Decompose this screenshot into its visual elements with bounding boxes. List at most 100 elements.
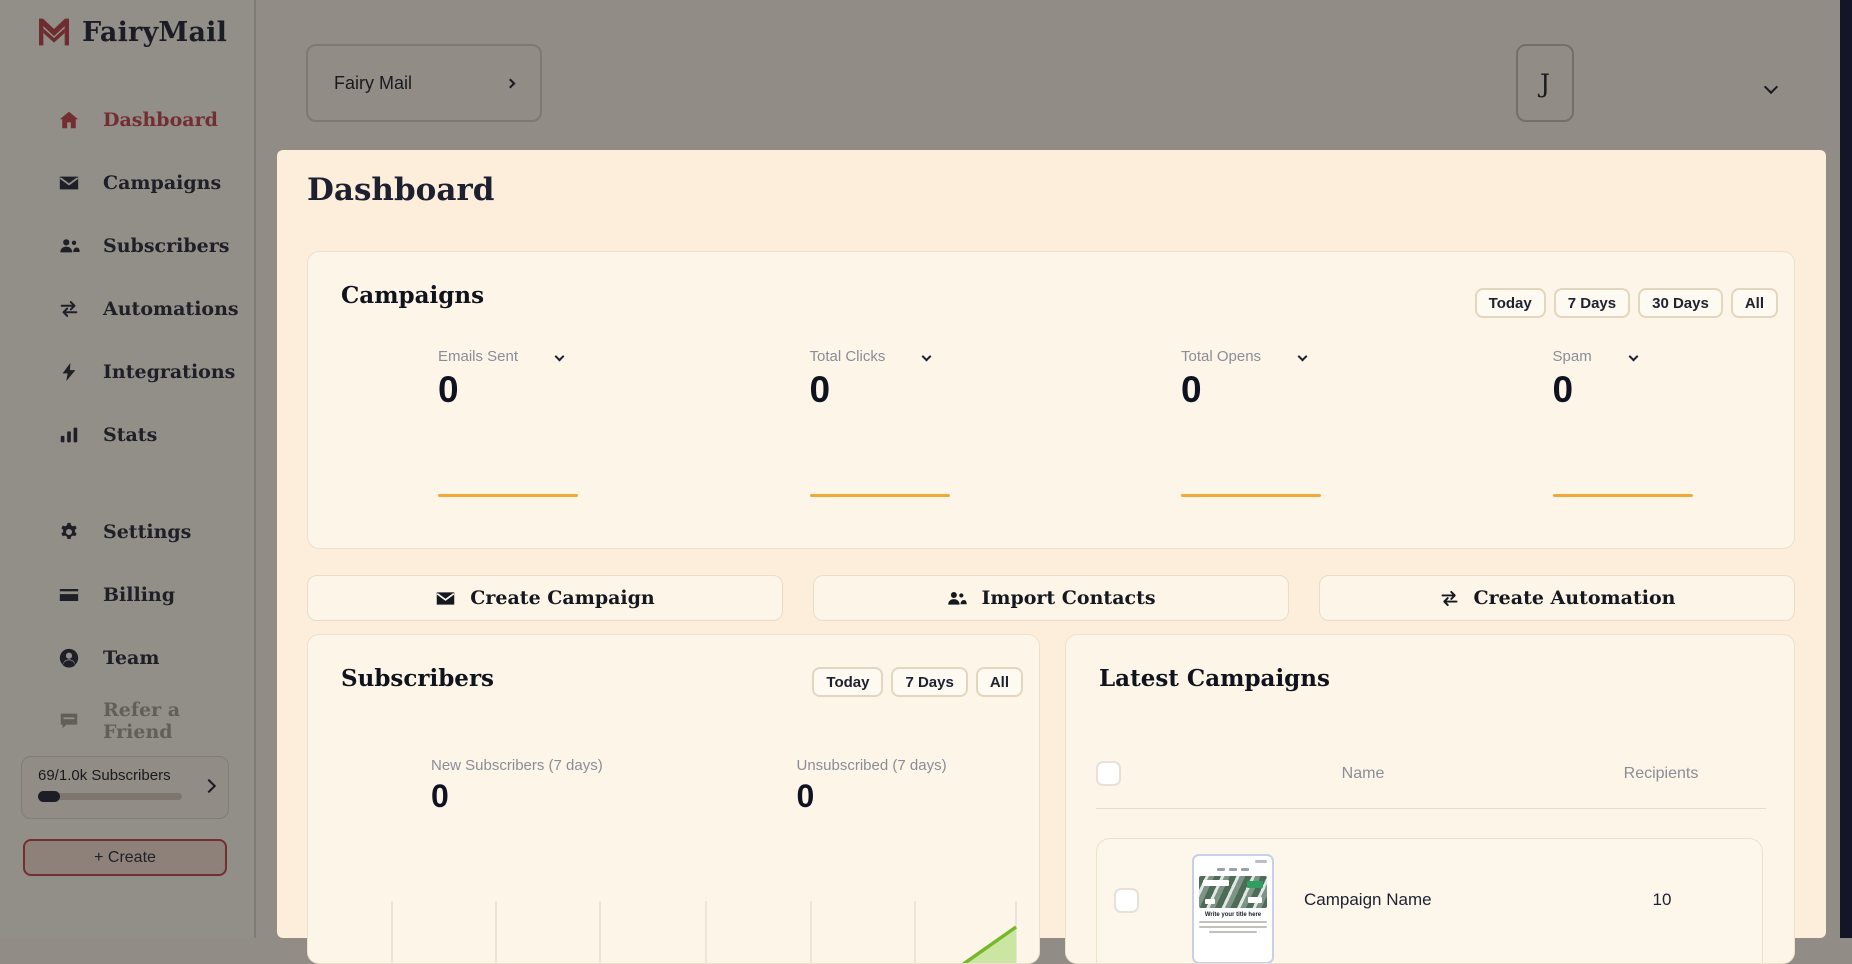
campaigns-table-header: Name Recipients (1096, 761, 1763, 786)
filter-all-button[interactable]: All (975, 667, 1023, 697)
sidebar-item-billing[interactable]: Billing (0, 573, 254, 617)
main-content-panel: Dashboard Campaigns Today 7 Days 30 Days… (277, 150, 1826, 964)
sidebar-item-stats[interactable]: Stats (0, 413, 254, 457)
sidebar-item-settings[interactable]: Settings (0, 510, 254, 554)
metric-chevron-down-icon[interactable] (554, 351, 565, 362)
automation-arrows-icon (60, 301, 78, 317)
metric-chevron-down-icon[interactable] (1628, 351, 1639, 362)
account-menu-chevron-down-icon[interactable] (1763, 79, 1779, 95)
stat-spam: Spam 0 (1423, 348, 1795, 497)
sidebar-item-dashboard[interactable]: Dashboard (0, 98, 254, 142)
brand-logo[interactable]: FairyMail (34, 12, 227, 52)
row-checkbox[interactable] (1114, 888, 1139, 913)
automation-arrows-icon (1441, 590, 1457, 606)
sidebar-item-label: Dashboard (103, 109, 218, 131)
bolt-icon (62, 362, 76, 382)
sidebar-item-team[interactable]: Team (0, 636, 254, 680)
latest-campaigns-title: Latest Campaigns (1099, 665, 1330, 692)
stat-label: Total Opens (1181, 348, 1262, 365)
thumbnail-hero-image (1199, 875, 1267, 908)
sidebar-item-campaigns[interactable]: Campaigns (0, 161, 254, 205)
stat-underline (1552, 494, 1693, 497)
campaign-recipients: 10 (1652, 890, 1672, 909)
stat-value: 0 (1552, 369, 1574, 410)
campaigns-card: Campaigns Today 7 Days 30 Days All Email… (307, 251, 1795, 549)
sidebar-item-label: Subscribers (103, 235, 230, 257)
campaign-row[interactable]: Write your title here Campaign Name 10 (1096, 838, 1763, 963)
metric-chevron-down-icon[interactable] (1297, 351, 1308, 362)
stat-value: 0 (809, 369, 831, 410)
avatar-initial: J (1539, 68, 1551, 98)
sidebar-item-label: Stats (103, 424, 158, 446)
campaigns-filters: Today 7 Days 30 Days All (1474, 288, 1778, 318)
column-header-name: Name (1341, 764, 1385, 782)
sidebar-item-label: Refer a Friend (103, 699, 181, 743)
table-divider (1096, 808, 1766, 809)
envelope-icon (436, 591, 455, 605)
users-icon (60, 239, 80, 253)
subscriber-usage-widget[interactable]: 69/1.0k Subscribers (21, 756, 229, 819)
stat-value: 0 (431, 778, 450, 814)
filter-30days-button[interactable]: 30 Days (1638, 288, 1723, 318)
stat-unsubscribed: Unsubscribed (7 days) 0 (674, 757, 1040, 815)
sidebar-item-label: Campaigns (103, 172, 222, 194)
stat-underline (809, 494, 950, 497)
filter-7days-button[interactable]: 7 Days (1553, 288, 1631, 318)
filter-today-button[interactable]: Today (812, 667, 884, 697)
metric-chevron-down-icon[interactable] (921, 351, 932, 362)
stat-value: 0 (438, 369, 460, 410)
filter-7days-button[interactable]: 7 Days (891, 667, 968, 697)
action-label: Import Contacts (981, 587, 1156, 609)
stat-total-clicks: Total Clicks 0 (680, 348, 1052, 497)
envelope-icon (59, 176, 79, 190)
stat-label: New Subscribers (7 days) (431, 757, 603, 774)
select-all-checkbox[interactable] (1096, 761, 1121, 786)
gear-icon (61, 522, 77, 539)
stat-label: Unsubscribed (7 days) (796, 757, 947, 774)
filter-today-button[interactable]: Today (1474, 288, 1546, 318)
sidebar-item-subscribers[interactable]: Subscribers (0, 224, 254, 268)
action-label: Create Automation (1473, 587, 1676, 609)
campaign-thumbnail: Write your title here (1192, 854, 1274, 963)
window-edge-strip (1840, 0, 1852, 938)
home-icon (59, 111, 79, 129)
latest-campaigns-card: Latest Campaigns Name Recipients Write y… (1065, 634, 1795, 964)
subscribers-card: Subscribers Today 7 Days All New Subscri… (307, 634, 1040, 964)
sidebar-item-refer-a-friend[interactable]: Refer a Friend (0, 699, 254, 743)
app-root: FairyMail Dashboard Campaigns Subscriber… (0, 0, 1852, 964)
stat-emails-sent: Emails Sent 0 (308, 348, 680, 497)
person-icon (59, 648, 79, 668)
sidebar-item-integrations[interactable]: Integrations (0, 350, 254, 394)
filter-all-button[interactable]: All (1730, 288, 1778, 318)
thumbnail-title-text: Write your title here (1204, 911, 1262, 918)
sidebar: FairyMail Dashboard Campaigns Subscriber… (0, 0, 256, 938)
column-header-recipients: Recipients (1623, 764, 1699, 782)
stat-label: Emails Sent (438, 348, 519, 365)
fairymail-logo-icon (39, 18, 69, 46)
stat-label: Spam (1552, 348, 1592, 365)
sidebar-nav: Dashboard Campaigns Subscribers Automati… (0, 98, 254, 762)
stat-underline (1181, 494, 1321, 497)
sidebar-item-label: Integrations (103, 361, 236, 383)
sidebar-section-gap (0, 476, 254, 510)
bar-chart-icon (60, 427, 78, 443)
stat-value: 0 (1181, 369, 1203, 410)
sidebar-item-automations[interactable]: Automations (0, 287, 254, 331)
quick-actions-row: Create Campaign Import Contacts Create A… (307, 575, 1795, 621)
sidebar-item-label: Team (103, 647, 160, 669)
subscribers-stats-row: New Subscribers (7 days) 0 Unsubscribed … (308, 757, 1039, 815)
sidebar-item-label: Automations (103, 298, 239, 320)
import-contacts-button[interactable]: Import Contacts (813, 575, 1289, 621)
credit-card-icon (59, 589, 79, 601)
create-button[interactable]: + Create (23, 839, 227, 876)
chat-bubble-icon (60, 713, 78, 729)
workspace-selector[interactable]: Fairy Mail (306, 44, 542, 122)
create-automation-button[interactable]: Create Automation (1319, 575, 1795, 621)
create-campaign-button[interactable]: Create Campaign (307, 575, 783, 621)
workspace-name: Fairy Mail (334, 72, 413, 93)
brand-name: FairyMail (82, 16, 228, 48)
stat-label: Total Clicks (809, 348, 886, 365)
stat-underline (438, 494, 578, 497)
avatar[interactable]: J (1516, 44, 1574, 122)
subscriber-usage-progressbar (38, 791, 182, 802)
